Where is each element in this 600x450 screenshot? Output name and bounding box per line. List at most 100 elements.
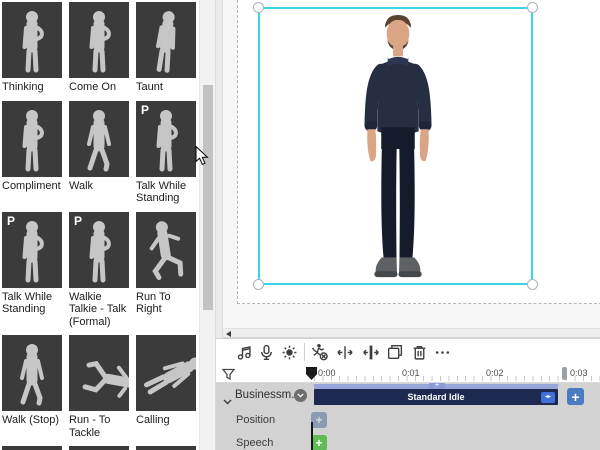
mannequin-figure	[136, 335, 196, 411]
delete-icon[interactable]	[408, 341, 430, 363]
animation-thumbnail[interactable]: P	[2, 446, 62, 450]
canvas-horizontal-scrollbar[interactable]	[223, 328, 600, 338]
animation-thumbnail[interactable]	[2, 100, 62, 177]
clip-label: Standard Idle	[407, 392, 465, 402]
animation-thumbnail[interactable]	[69, 2, 129, 78]
ruler-time-label: 0:00	[318, 368, 336, 378]
animation-thumbnail[interactable]	[69, 100, 129, 177]
stage[interactable]	[237, 0, 600, 304]
mannequin-figure	[69, 335, 129, 411]
chevron-down-icon[interactable]	[223, 392, 232, 410]
animation-item[interactable]: Come On	[69, 2, 129, 94]
selection-handle-bottom-right[interactable]	[527, 279, 538, 290]
animation-item[interactable]: P	[2, 446, 62, 450]
animation-editor-window: Thinking Come On Taunt Compliment Walk P…	[0, 0, 600, 450]
stretch-clip-icon[interactable]	[360, 341, 382, 363]
animation-item[interactable]: P Talk While Standing	[136, 100, 196, 205]
library-scrollbar[interactable]	[199, 0, 215, 450]
animation-item[interactable]: P	[136, 446, 196, 450]
microphone-icon[interactable]	[255, 341, 277, 363]
animation-thumbnail[interactable]	[136, 211, 196, 288]
timeline-toolbar	[216, 339, 600, 365]
animation-label: Walkie Talkie - Talk (Formal)	[69, 290, 127, 328]
selection-handle-top-left[interactable]	[253, 2, 264, 13]
music-icon[interactable]	[233, 341, 255, 363]
selection-handle-bottom-left[interactable]	[253, 279, 264, 290]
animation-label: Talk While Standing	[136, 179, 187, 205]
add-speech-button[interactable]: +	[311, 435, 327, 450]
animation-thumbnail[interactable]	[136, 2, 196, 78]
animation-item[interactable]: Walk	[69, 100, 129, 205]
mannequin-figure	[69, 101, 129, 177]
ruler-time-label: 0:01	[402, 368, 420, 378]
timeline-ruler[interactable]: 0:00 0:01 0:02 0:03	[216, 365, 600, 383]
animation-thumbnail[interactable]	[2, 335, 62, 411]
mannequin-figure	[2, 2, 62, 78]
animation-item[interactable]: P Walkie Talkie - Talk (Formal)	[69, 211, 129, 329]
animation-item[interactable]: Compliment	[2, 100, 62, 205]
timeline-panel: 0:00 0:01 0:02 0:03 Businessm... Position S…	[215, 338, 600, 450]
animation-thumbnail[interactable]	[69, 335, 129, 411]
duplicate-icon[interactable]	[384, 341, 406, 363]
mannequin-figure	[2, 446, 62, 450]
more-icon[interactable]	[431, 341, 453, 363]
selection-handle-top-right[interactable]	[527, 2, 538, 13]
animation-label: Walk (Stop)	[2, 414, 60, 426]
clip-stretch-icon[interactable]: ◂▸	[541, 391, 555, 403]
library-scrollbar-thumb[interactable]	[203, 85, 213, 310]
ruler-ticks	[314, 376, 600, 381]
mannequin-figure	[2, 212, 62, 288]
toolbar-separator	[304, 343, 305, 361]
animation-item[interactable]: P Talk While Standing	[2, 211, 62, 329]
track-group-collapse-button[interactable]	[294, 389, 307, 402]
animation-item[interactable]: Run - To Tackle	[69, 335, 129, 439]
scroll-left-arrow-icon[interactable]	[226, 331, 231, 337]
remove-animation-icon[interactable]	[308, 341, 330, 363]
animation-label: Run To Right	[136, 290, 171, 316]
animation-label: Come On	[69, 81, 117, 93]
mannequin-figure	[69, 2, 129, 78]
animation-thumbnail[interactable]: P	[69, 211, 129, 288]
timeline-end-marker[interactable]	[562, 367, 567, 380]
mannequin-figure	[136, 446, 196, 450]
businessman-character[interactable]	[346, 11, 450, 287]
animation-thumbnail[interactable]	[69, 446, 129, 450]
animation-clip[interactable]: Standard Idle ◂▸	[314, 389, 558, 405]
expand-clip-icon[interactable]	[334, 341, 356, 363]
animation-item[interactable]: Run To Right	[136, 211, 196, 329]
animation-label: Walk	[69, 179, 94, 192]
brightness-icon[interactable]	[278, 341, 300, 363]
animation-item[interactable]: Walk (Stop)	[2, 335, 62, 439]
animation-label: Compliment	[2, 179, 61, 192]
ruler-time-label: 0:03	[570, 368, 588, 378]
animation-item[interactable]: Thinking	[2, 2, 62, 94]
animation-label: Taunt	[136, 81, 163, 93]
animation-item[interactable]: Taunt	[136, 2, 196, 94]
add-position-button[interactable]: +	[311, 412, 327, 428]
animation-library-panel: Thinking Come On Taunt Compliment Walk P…	[0, 0, 199, 450]
mannequin-figure	[69, 446, 129, 450]
animation-item[interactable]: Calling	[136, 335, 196, 439]
animation-thumbnail[interactable]: P	[2, 211, 62, 288]
animation-item[interactable]	[69, 446, 129, 450]
animation-thumbnail[interactable]	[2, 2, 62, 78]
mannequin-figure	[136, 2, 196, 78]
track-label-position[interactable]: Position	[236, 414, 275, 426]
animation-label: Run - To Tackle	[69, 414, 111, 439]
timeline-tracks: Businessm... Position Speech + Standard …	[216, 383, 600, 450]
animation-thumbnail[interactable]	[136, 335, 196, 411]
selection-box[interactable]	[253, 2, 538, 290]
add-animation-button[interactable]: +	[567, 388, 584, 405]
animation-label: Thinking	[2, 81, 44, 93]
ruler-time-label: 0:02	[486, 368, 504, 378]
mannequin-figure	[69, 212, 129, 288]
mannequin-figure	[136, 101, 196, 177]
playhead-line[interactable]	[311, 422, 313, 450]
animation-thumbnail[interactable]: P	[136, 100, 196, 177]
animation-label: Calling	[136, 414, 170, 426]
animation-label: Talk While Standing	[2, 290, 53, 316]
track-group-label[interactable]: Businessm...	[235, 389, 301, 401]
panel-splitter[interactable]	[215, 0, 223, 338]
animation-thumbnail[interactable]: P	[136, 446, 196, 450]
track-label-speech[interactable]: Speech	[236, 437, 273, 449]
